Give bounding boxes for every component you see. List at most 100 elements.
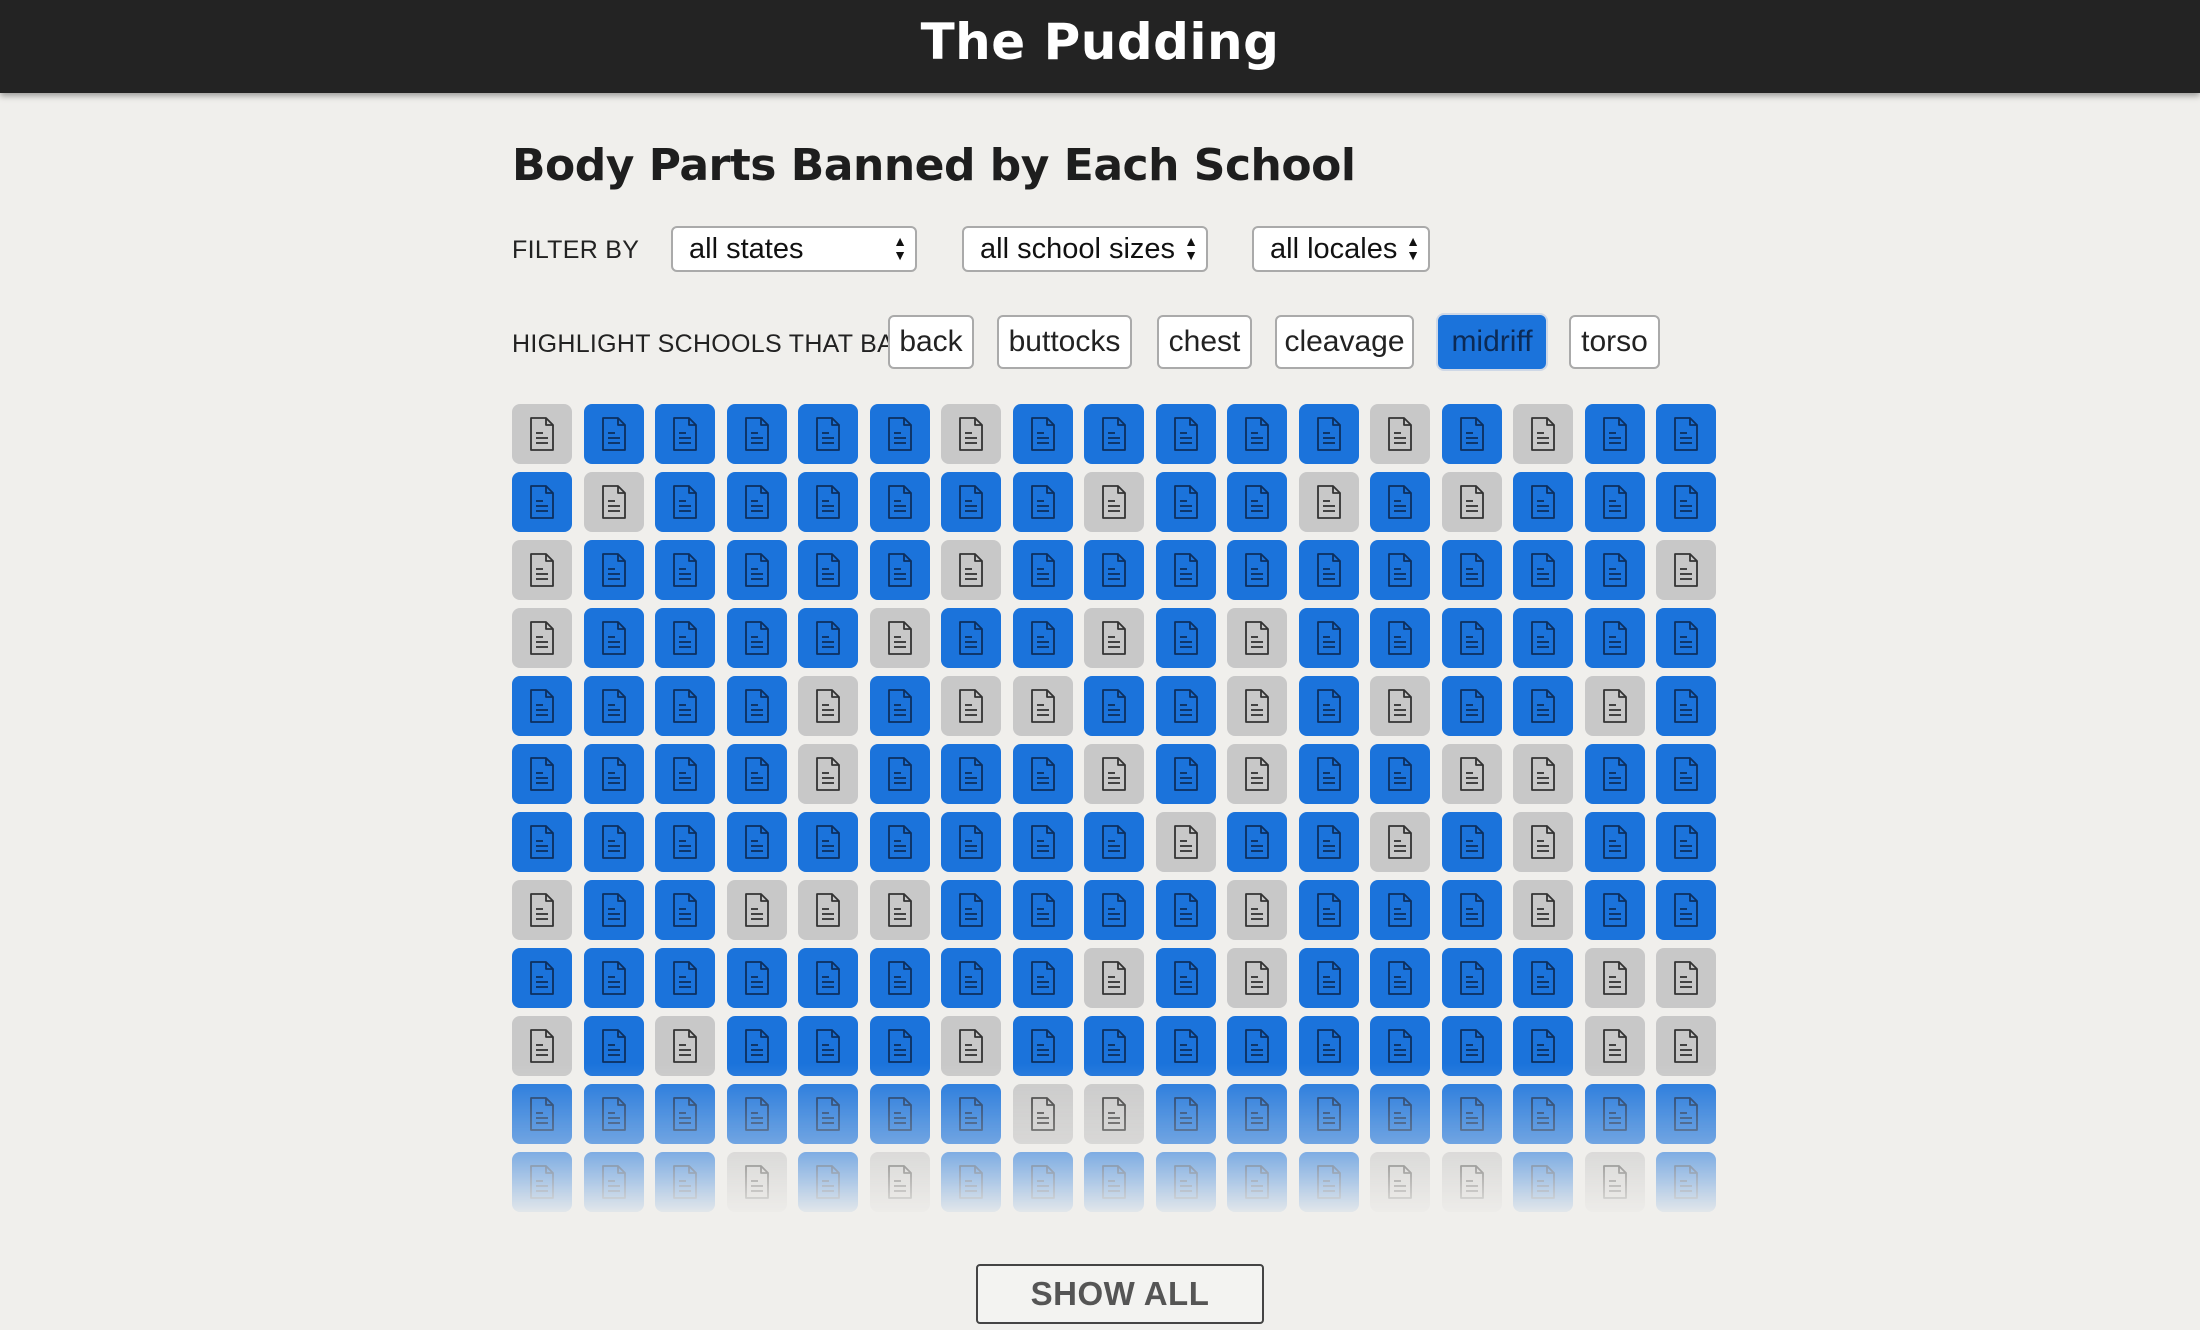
school-cell[interactable] (1227, 608, 1287, 668)
school-cell[interactable] (941, 472, 1001, 532)
school-cell[interactable] (1084, 404, 1144, 464)
school-cell[interactable] (655, 812, 715, 872)
school-cell[interactable] (1584, 880, 1645, 940)
school-cell[interactable] (1370, 540, 1430, 600)
school-cell[interactable] (869, 948, 930, 1008)
school-cell[interactable] (1441, 472, 1502, 532)
school-cell[interactable] (583, 1016, 644, 1076)
school-cell[interactable] (1513, 472, 1573, 532)
school-cell[interactable] (869, 744, 930, 804)
school-cell[interactable] (1513, 812, 1573, 872)
school-cell[interactable] (655, 1084, 715, 1144)
school-cell[interactable] (1084, 608, 1144, 668)
school-cell[interactable] (1227, 404, 1287, 464)
school-cell[interactable] (726, 540, 787, 600)
highlight-chip-back[interactable]: back (888, 315, 974, 369)
school-cell[interactable] (798, 608, 858, 668)
highlight-chip-chest[interactable]: chest (1157, 315, 1252, 369)
school-cell[interactable] (512, 812, 572, 872)
school-cell[interactable] (583, 880, 644, 940)
school-cell[interactable] (1441, 404, 1502, 464)
school-size-select[interactable]: all school sizes ▲ ▼ (962, 226, 1208, 272)
school-cell[interactable] (1298, 472, 1359, 532)
school-cell[interactable] (1084, 880, 1144, 940)
school-cell[interactable] (941, 1084, 1001, 1144)
school-cell[interactable] (1298, 608, 1359, 668)
school-cell[interactable] (1084, 1152, 1144, 1212)
school-cell[interactable] (1084, 540, 1144, 600)
school-cell[interactable] (1584, 540, 1645, 600)
school-cell[interactable] (583, 404, 644, 464)
school-cell[interactable] (655, 676, 715, 736)
school-cell[interactable] (1513, 744, 1573, 804)
school-cell[interactable] (1155, 1084, 1216, 1144)
school-cell[interactable] (1155, 948, 1216, 1008)
school-cell[interactable] (1298, 1084, 1359, 1144)
school-cell[interactable] (941, 1016, 1001, 1076)
school-cell[interactable] (869, 812, 930, 872)
school-cell[interactable] (1227, 540, 1287, 600)
school-cell[interactable] (1584, 676, 1645, 736)
school-cell[interactable] (1298, 880, 1359, 940)
school-cell[interactable] (798, 1084, 858, 1144)
school-cell[interactable] (512, 744, 572, 804)
school-cell[interactable] (1227, 1084, 1287, 1144)
school-cell[interactable] (726, 812, 787, 872)
school-cell[interactable] (1227, 948, 1287, 1008)
school-cell[interactable] (726, 1016, 787, 1076)
school-cell[interactable] (1298, 404, 1359, 464)
school-cell[interactable] (1084, 676, 1144, 736)
school-cell[interactable] (798, 1016, 858, 1076)
school-cell[interactable] (1227, 1152, 1287, 1212)
school-cell[interactable] (1370, 1084, 1430, 1144)
school-cell[interactable] (1084, 812, 1144, 872)
school-cell[interactable] (512, 1016, 572, 1076)
school-cell[interactable] (1370, 1152, 1430, 1212)
school-cell[interactable] (941, 948, 1001, 1008)
school-cell[interactable] (869, 472, 930, 532)
school-cell[interactable] (1227, 472, 1287, 532)
school-cell[interactable] (655, 1016, 715, 1076)
school-cell[interactable] (655, 472, 715, 532)
school-cell[interactable] (941, 404, 1001, 464)
school-cell[interactable] (1298, 540, 1359, 600)
highlight-chip-midriff[interactable]: midriff (1438, 315, 1546, 369)
school-cell[interactable] (1155, 1152, 1216, 1212)
school-cell[interactable] (726, 744, 787, 804)
school-cell[interactable] (1155, 880, 1216, 940)
school-cell[interactable] (1513, 1084, 1573, 1144)
school-cell[interactable] (1012, 880, 1073, 940)
school-cell[interactable] (1298, 812, 1359, 872)
school-cell[interactable] (512, 608, 572, 668)
school-cell[interactable] (726, 404, 787, 464)
school-cell[interactable] (1084, 744, 1144, 804)
school-cell[interactable] (583, 948, 644, 1008)
school-cell[interactable] (1656, 812, 1716, 872)
school-cell[interactable] (869, 608, 930, 668)
school-cell[interactable] (512, 948, 572, 1008)
school-cell[interactable] (1012, 608, 1073, 668)
school-cell[interactable] (1227, 812, 1287, 872)
site-logo[interactable]: The Pudding (921, 13, 1280, 71)
school-cell[interactable] (512, 1152, 572, 1212)
school-cell[interactable] (1227, 676, 1287, 736)
school-cell[interactable] (1584, 472, 1645, 532)
school-cell[interactable] (583, 472, 644, 532)
school-cell[interactable] (1656, 472, 1716, 532)
school-cell[interactable] (1513, 676, 1573, 736)
school-cell[interactable] (1441, 1016, 1502, 1076)
school-cell[interactable] (1656, 948, 1716, 1008)
school-cell[interactable] (1012, 472, 1073, 532)
highlight-chip-cleavage[interactable]: cleavage (1275, 315, 1414, 369)
school-cell[interactable] (1298, 676, 1359, 736)
school-cell[interactable] (1084, 1016, 1144, 1076)
school-cell[interactable] (512, 540, 572, 600)
school-cell[interactable] (941, 540, 1001, 600)
school-cell[interactable] (1155, 812, 1216, 872)
school-cell[interactable] (798, 880, 858, 940)
school-cell[interactable] (655, 744, 715, 804)
school-cell[interactable] (798, 676, 858, 736)
school-cell[interactable] (1656, 540, 1716, 600)
school-cell[interactable] (512, 472, 572, 532)
school-cell[interactable] (798, 404, 858, 464)
